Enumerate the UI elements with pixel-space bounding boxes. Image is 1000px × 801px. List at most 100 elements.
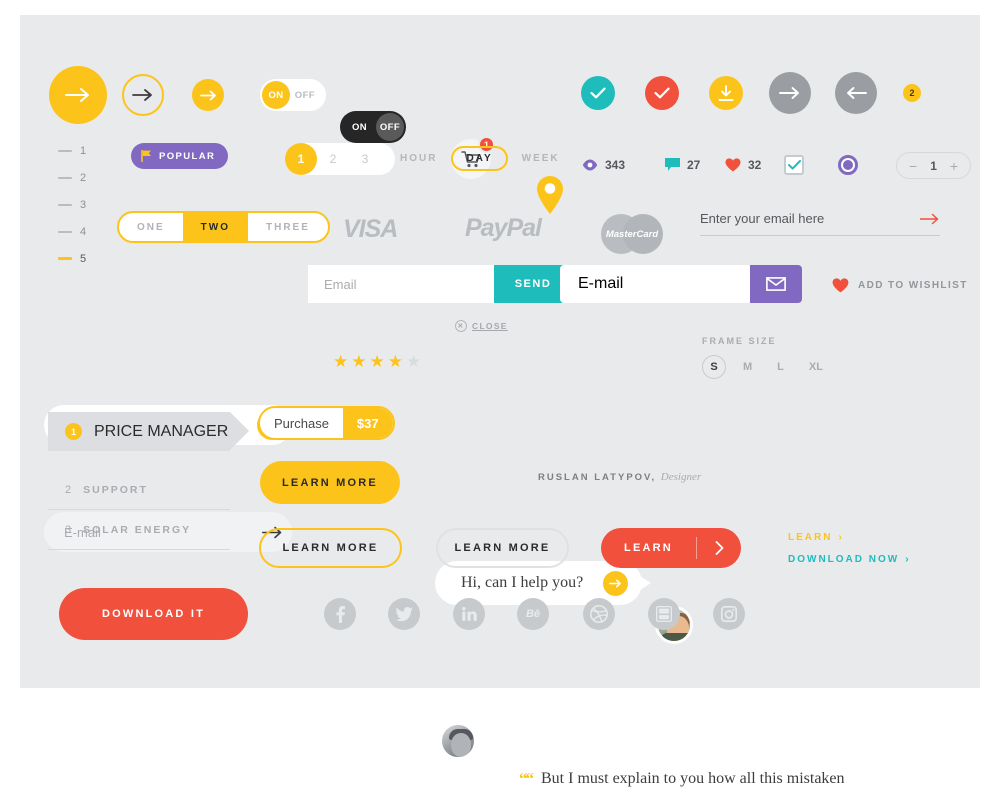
email-input-square[interactable]: E-mail: [560, 265, 750, 303]
learn-red-button[interactable]: LEARN: [601, 528, 741, 568]
pagination-page-1[interactable]: 1: [285, 143, 317, 175]
frame-size-selector: FRAME SIZE S M L XL: [702, 336, 831, 379]
step-number: 2: [80, 171, 87, 184]
arrow-left-icon: [847, 87, 867, 99]
pagination-page-2[interactable]: 2: [317, 143, 349, 175]
learn-more-grey-button[interactable]: LEARN MORE: [436, 528, 569, 568]
step-item[interactable]: 4: [58, 218, 87, 245]
segment-one[interactable]: ONE: [119, 213, 183, 241]
check-button-red[interactable]: [645, 76, 679, 110]
step-dash: [58, 257, 72, 260]
chat-message: Hi, can I help you?: [461, 574, 584, 591]
segment-two[interactable]: TWO: [182, 213, 248, 241]
mail-submit-button[interactable]: [750, 265, 802, 303]
newsletter-underline-input[interactable]: Enter your email here: [700, 211, 940, 236]
frame-size-l[interactable]: L: [769, 361, 792, 373]
list-item-number: 1: [65, 423, 82, 440]
purchase-button[interactable]: Purchase $37: [258, 406, 395, 440]
toggle-switch-dark[interactable]: ON OFF: [340, 111, 406, 143]
frame-size-s[interactable]: S: [702, 355, 726, 379]
email-placeholder: E-mail: [578, 275, 624, 292]
social-link-twitter[interactable]: [388, 598, 420, 630]
download-now-text-link[interactable]: DOWNLOAD NOW ›: [788, 554, 911, 565]
social-link-dribbble[interactable]: [583, 598, 615, 630]
next-button[interactable]: [769, 72, 811, 114]
testimonial-role: Designer: [660, 471, 702, 483]
linkedin-icon: [461, 607, 477, 621]
count-badge: 2: [903, 84, 921, 102]
period-tabs: HOUR DAY WEEK: [390, 146, 570, 171]
prev-button[interactable]: [835, 72, 877, 114]
stepper-plus[interactable]: +: [950, 158, 958, 174]
price-manager-list: 1 PRICE MANAGER 2 SUPPORT 3 SOLAR ENERGY: [48, 412, 249, 550]
list-item-label: PRICE MANAGER: [94, 422, 229, 440]
email-input-square[interactable]: Email: [308, 265, 494, 303]
youtube-icon: [656, 606, 672, 622]
download-it-button[interactable]: DOWNLOAD IT: [59, 588, 248, 640]
star-rating[interactable]: ★ ★ ★ ★ ★: [333, 352, 421, 372]
envelope-icon: [766, 277, 786, 291]
social-link-linkedin[interactable]: [453, 598, 485, 630]
frame-size-options: S M L XL: [702, 355, 831, 379]
learn-more-outline-button[interactable]: LEARN MORE: [259, 528, 402, 568]
check-button-teal[interactable]: [581, 76, 615, 110]
stat-views-value: 343: [605, 158, 626, 172]
checkbox-checked[interactable]: [784, 155, 804, 175]
pagination-page-3[interactable]: 3: [349, 143, 381, 175]
chevron-right-icon: ›: [905, 554, 911, 565]
star-filled: ★: [369, 352, 385, 371]
location-pin-icon[interactable]: [537, 176, 563, 214]
list-item-solar-energy[interactable]: 3 SOLAR ENERGY: [48, 510, 230, 549]
purchase-label: Purchase: [274, 415, 329, 431]
circle-arrow-button-large[interactable]: [49, 66, 107, 124]
step-item[interactable]: 3: [58, 191, 87, 218]
frame-size-title: FRAME SIZE: [702, 336, 777, 346]
stepper-minus[interactable]: −: [909, 158, 917, 174]
step-number: 3: [80, 198, 87, 211]
social-link-behance[interactable]: Bē: [517, 598, 549, 630]
circle-arrow-button-outline[interactable]: [122, 74, 164, 116]
step-dash: [58, 149, 72, 152]
dribbble-icon: [590, 605, 608, 623]
tab-day[interactable]: DAY: [451, 146, 508, 171]
segment-three[interactable]: THREE: [248, 213, 328, 241]
social-link-instagram[interactable]: [713, 598, 745, 630]
tab-week[interactable]: WEEK: [512, 147, 570, 170]
facebook-icon: [335, 605, 345, 623]
list-item-support[interactable]: 2 SUPPORT: [48, 470, 230, 509]
frame-size-xl[interactable]: XL: [801, 361, 831, 373]
wishlist-label: ADD TO WISHLIST: [858, 280, 968, 291]
step-dash: [58, 176, 72, 179]
svg-text:MasterCard: MasterCard: [606, 229, 658, 240]
frame-size-m[interactable]: M: [735, 361, 760, 373]
list-divider: [48, 549, 230, 550]
testimonial-author: RUSLAN LATYPOV,: [538, 472, 657, 483]
list-item-price-manager[interactable]: 1 PRICE MANAGER: [48, 412, 249, 451]
step-item[interactable]: 1: [58, 137, 87, 164]
stat-likes: 32: [725, 158, 761, 172]
check-icon: [787, 160, 801, 170]
popular-badge: POPULAR: [131, 143, 229, 169]
stat-views: 343: [582, 158, 625, 172]
chat-send-button[interactable]: [603, 570, 628, 596]
social-link-youtube[interactable]: [648, 598, 680, 630]
download-button[interactable]: [709, 76, 743, 110]
social-link-facebook[interactable]: [324, 598, 356, 630]
toggle-switch-light[interactable]: ON OFF: [260, 79, 326, 111]
circle-arrow-button-small[interactable]: [192, 79, 224, 111]
close-label: CLOSE: [472, 321, 508, 331]
learn-text-link[interactable]: LEARN ›: [788, 532, 844, 543]
step-item[interactable]: 2: [58, 164, 87, 191]
star-filled: ★: [351, 352, 367, 371]
add-to-wishlist-button[interactable]: ADD TO WISHLIST: [832, 278, 968, 293]
step-item-active[interactable]: 5: [58, 245, 87, 272]
learn-more-solid-button[interactable]: LEARN MORE: [260, 461, 400, 504]
close-button[interactable]: ✕ CLOSE: [455, 320, 508, 332]
tab-hour[interactable]: HOUR: [390, 147, 447, 170]
arrow-right-icon[interactable]: [920, 213, 940, 225]
radio-button-selected[interactable]: [838, 155, 858, 175]
toggle-knob-off: OFF: [376, 113, 404, 141]
step-number: 4: [80, 225, 87, 238]
testimonial-attribution: RUSLAN LATYPOV, Designer: [538, 471, 701, 483]
behance-icon: Bē: [525, 608, 541, 620]
